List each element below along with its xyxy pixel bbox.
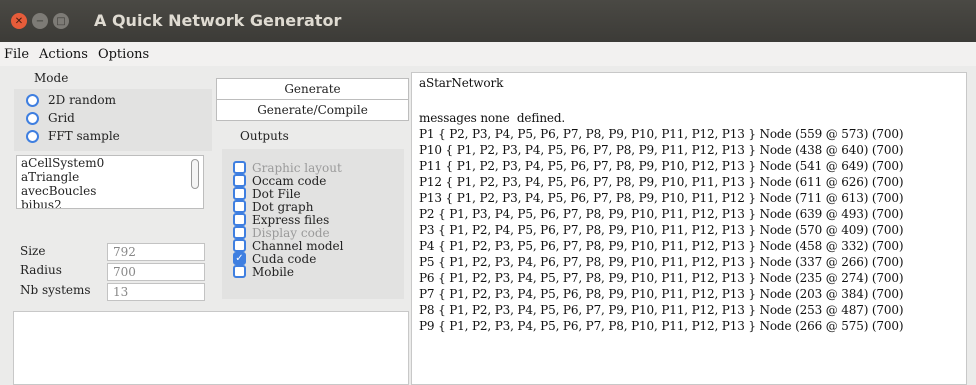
outputs-label: Outputs bbox=[240, 129, 289, 143]
mode-option-2d-random[interactable]: 2D random bbox=[26, 93, 116, 107]
mode-label: Mode bbox=[34, 71, 69, 85]
mode-option-fft-sample[interactable]: FFT sample bbox=[26, 129, 120, 143]
text-line: P8 { P1, P2, P3, P4, P5, P6, P7, P9, P10… bbox=[419, 303, 904, 317]
text-line: P11 { P1, P2, P3, P4, P5, P6, P7, P8, P9… bbox=[419, 159, 904, 173]
output-text-area[interactable]: aStarNetwork messages none defined. P1 {… bbox=[411, 72, 967, 385]
text-line: P12 { P1, P2, P3, P4, P5, P6, P7, P8, P9… bbox=[419, 175, 904, 189]
checkbox-icon[interactable] bbox=[233, 161, 246, 174]
radius-label: Radius bbox=[20, 263, 62, 277]
nb-systems-label: Nb systems bbox=[20, 283, 91, 297]
checkbox-icon[interactable] bbox=[233, 200, 246, 213]
generate-compile-button[interactable]: Generate/Compile bbox=[216, 99, 409, 121]
size-input[interactable]: 792 bbox=[107, 243, 205, 261]
checkbox-icon[interactable] bbox=[233, 239, 246, 252]
checkbox-icon[interactable] bbox=[233, 226, 246, 239]
output-dot-file[interactable]: Dot File bbox=[233, 187, 301, 201]
maximize-icon[interactable]: □ bbox=[53, 13, 69, 29]
size-label: Size bbox=[20, 244, 46, 258]
output-display-code[interactable]: Display code bbox=[233, 226, 330, 240]
mode-group: 2D random Grid FFT sample bbox=[14, 89, 212, 151]
title-bar: ✕ − □ A Quick Network Generator bbox=[0, 0, 976, 42]
menu-file[interactable]: File bbox=[4, 47, 29, 62]
menu-options[interactable]: Options bbox=[98, 47, 149, 62]
menu-bar: File Actions Options bbox=[0, 42, 976, 66]
close-icon[interactable]: ✕ bbox=[11, 13, 27, 29]
list-item[interactable]: aCellSystem0 bbox=[17, 156, 203, 170]
radius-input[interactable]: 700 bbox=[107, 263, 205, 281]
mode-option-grid[interactable]: Grid bbox=[26, 111, 75, 125]
list-item[interactable]: bibus2 bbox=[17, 198, 203, 208]
output-graphic-layout[interactable]: Graphic layout bbox=[233, 161, 342, 175]
outputs-group: Graphic layout Occam code Dot File Dot g… bbox=[222, 149, 404, 299]
radio-icon[interactable] bbox=[26, 129, 39, 143]
log-area[interactable] bbox=[13, 311, 409, 385]
text-line: P9 { P1, P2, P3, P4, P5, P6, P7, P8, P10… bbox=[419, 319, 904, 333]
text-line: messages none defined. bbox=[419, 111, 566, 125]
checkbox-icon[interactable] bbox=[233, 174, 246, 187]
checkbox-icon[interactable] bbox=[233, 265, 246, 278]
main-content: Mode 2D random Grid FFT sample aCellSyst… bbox=[0, 66, 976, 385]
list-item[interactable]: avecBoucles bbox=[17, 184, 203, 198]
output-express-files[interactable]: Express files bbox=[233, 213, 329, 227]
text-line: P3 { P1, P2, P4, P5, P6, P7, P8, P9, P10… bbox=[419, 223, 904, 237]
nb-systems-input[interactable]: 13 bbox=[107, 283, 205, 301]
text-line: P13 { P1, P2, P3, P4, P5, P6, P7, P8, P9… bbox=[419, 191, 904, 205]
list-item[interactable]: aTriangle bbox=[17, 170, 203, 184]
text-line: P2 { P1, P3, P4, P5, P6, P7, P8, P9, P10… bbox=[419, 207, 904, 221]
list-scrollbar[interactable] bbox=[191, 159, 199, 189]
radio-icon[interactable] bbox=[26, 111, 39, 125]
output-dot-graph[interactable]: Dot graph bbox=[233, 200, 313, 214]
radio-icon[interactable] bbox=[26, 93, 39, 107]
text-line: P10 { P1, P2, P3, P4, P5, P6, P7, P8, P9… bbox=[419, 143, 904, 157]
text-line: P1 { P2, P3, P4, P5, P6, P7, P8, P9, P10… bbox=[419, 127, 904, 141]
text-line: P5 { P1, P2, P3, P4, P6, P7, P8, P9, P10… bbox=[419, 255, 904, 269]
systems-list[interactable]: aCellSystem0 aTriangle avecBoucles bibus… bbox=[16, 155, 204, 209]
generate-button[interactable]: Generate bbox=[216, 78, 409, 100]
menu-actions[interactable]: Actions bbox=[39, 47, 88, 62]
checkbox-icon[interactable] bbox=[233, 187, 246, 200]
window-title: A Quick Network Generator bbox=[94, 11, 342, 30]
text-line: P6 { P1, P2, P3, P4, P5, P7, P8, P9, P10… bbox=[419, 271, 904, 285]
output-occam-code[interactable]: Occam code bbox=[233, 174, 326, 188]
text-line: P7 { P1, P2, P3, P4, P5, P6, P8, P9, P10… bbox=[419, 287, 904, 301]
checkbox-icon[interactable] bbox=[233, 213, 246, 226]
text-line: P4 { P1, P2, P3, P5, P6, P7, P8, P9, P10… bbox=[419, 239, 904, 253]
text-line: aStarNetwork bbox=[419, 76, 504, 90]
checkmark-icon[interactable]: ✓ bbox=[233, 252, 246, 265]
minimize-icon[interactable]: − bbox=[32, 13, 48, 29]
output-channel-model[interactable]: Channel model bbox=[233, 239, 344, 253]
output-mobile[interactable]: Mobile bbox=[233, 265, 294, 279]
output-cuda-code[interactable]: ✓ Cuda code bbox=[233, 252, 316, 266]
